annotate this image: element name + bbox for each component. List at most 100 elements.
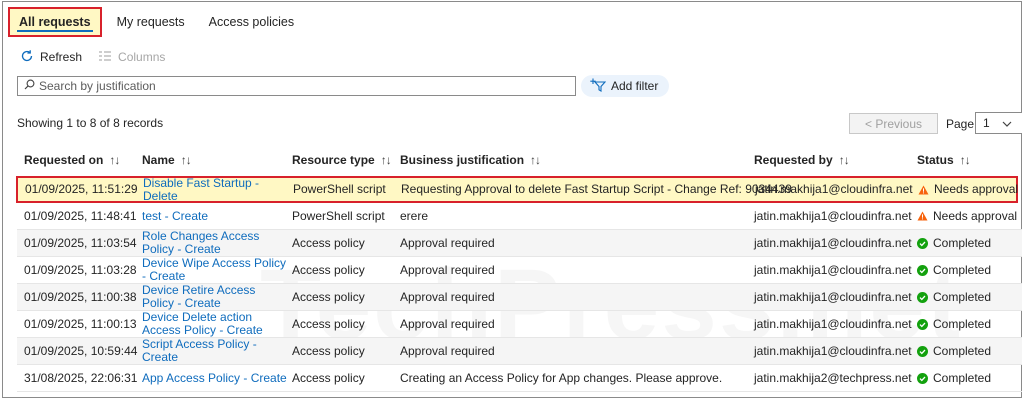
filter-add-icon <box>590 78 607 95</box>
status-cell: Completed <box>917 230 1021 256</box>
table-row[interactable]: 31/08/2025, 22:06:31 App Access Policy -… <box>17 365 1022 392</box>
resource-type-cell: Access policy <box>292 289 365 304</box>
requested-by-cell: jatin.makhija1@cloudinfra.net <box>754 343 912 358</box>
requested-on-cell: 01/09/2025, 11:00:38 <box>24 289 137 304</box>
columns-label: Columns <box>118 50 166 64</box>
add-filter-button[interactable]: Add filter <box>581 75 669 97</box>
table-row[interactable]: 01/09/2025, 11:03:54 Role Changes Access… <box>17 230 1022 257</box>
resource-type-cell: Access policy <box>292 316 365 331</box>
table-row[interactable]: 01/09/2025, 11:03:28 Device Wipe Access … <box>17 257 1022 284</box>
justification-cell: Approval required <box>400 316 495 331</box>
column-header-requested-on[interactable]: Requested on ↑↓ <box>24 153 120 167</box>
request-name-link[interactable]: App Access Policy - Create <box>142 365 290 391</box>
requested-on-cell: 01/09/2025, 10:59:44 <box>24 343 138 358</box>
sort-icon: ↑↓ <box>959 153 971 167</box>
tab-my-requests[interactable]: My requests <box>108 7 194 37</box>
requested-on-cell: 01/09/2025, 11:03:28 <box>24 262 137 277</box>
chevron-down-icon <box>1002 116 1012 130</box>
requested-by-cell: jatin.makhija1@cloudinfra.net <box>755 182 913 196</box>
status-label: Completed <box>933 289 992 304</box>
status-label: Needs approval <box>933 208 1018 223</box>
resource-type-cell: Access policy <box>292 343 365 358</box>
requested-by-cell: jatin.makhija2@techpress.net <box>754 370 912 385</box>
justification-cell: Creating an Access Policy for App change… <box>400 370 723 385</box>
tab-label: Access policies <box>208 15 295 29</box>
table-row[interactable]: 01/09/2025, 11:51:29 Disable Fast Startu… <box>16 176 1018 203</box>
column-header-resource-type[interactable]: Resource type ↑↓ <box>292 153 392 167</box>
request-name-link[interactable]: Device Retire Access Policy - Create <box>142 284 290 310</box>
requested-by-cell: jatin.makhija1@cloudinfra.net <box>754 316 912 331</box>
justification-cell: Approval required <box>400 343 495 358</box>
status-cell: Completed <box>917 284 1021 310</box>
table-row[interactable]: 01/09/2025, 11:48:41 test - Create Power… <box>17 203 1022 230</box>
tab-bar: All requests My requests Access policies <box>8 7 303 37</box>
requested-by-cell: jatin.makhija1@cloudinfra.net <box>754 289 912 304</box>
requested-on-cell: 01/09/2025, 11:03:54 <box>24 235 137 250</box>
warning-icon <box>917 211 928 221</box>
status-cell: Completed <box>917 338 1021 364</box>
status-cell: Completed <box>917 311 1021 337</box>
resource-type-cell: PowerShell script <box>292 208 385 223</box>
column-header-label: Requested on <box>24 153 104 167</box>
column-header-label: Status <box>917 153 954 167</box>
tab-access-policies[interactable]: Access policies <box>200 7 303 37</box>
column-header-business-justification[interactable]: Business justification ↑↓ <box>400 153 541 167</box>
table-row[interactable]: 01/09/2025, 11:00:13 Device Delete actio… <box>17 311 1022 338</box>
tab-all-requests[interactable]: All requests <box>8 7 102 37</box>
column-header-label: Requested by <box>754 153 833 167</box>
check-circle-icon <box>917 318 928 330</box>
sort-icon: ↑↓ <box>180 153 192 167</box>
tab-label: All requests <box>19 15 91 29</box>
toolbar: Refresh Columns <box>20 47 181 67</box>
table-row[interactable]: 01/09/2025, 10:59:44 Script Access Polic… <box>17 338 1022 365</box>
requested-by-cell: jatin.makhija1@cloudinfra.net <box>754 235 912 250</box>
columns-button[interactable]: Columns <box>98 50 165 65</box>
refresh-label: Refresh <box>40 50 83 64</box>
check-circle-icon <box>917 237 928 249</box>
requested-by-cell: jatin.makhija1@cloudinfra.net <box>754 208 912 223</box>
column-header-status[interactable]: Status ↑↓ <box>917 153 971 167</box>
table-row[interactable]: 01/09/2025, 11:00:38 Device Retire Acces… <box>17 284 1022 311</box>
requested-on-cell: 01/09/2025, 11:51:29 <box>25 182 138 196</box>
column-header-name[interactable]: Name ↑↓ <box>142 153 192 167</box>
column-header-label: Business justification <box>400 153 525 167</box>
request-name-link[interactable]: test - Create <box>142 203 290 229</box>
sort-icon: ↑↓ <box>109 153 120 167</box>
justification-cell: erere <box>400 208 429 223</box>
add-filter-label: Add filter <box>611 79 659 93</box>
justification-cell: Approval required <box>400 235 495 250</box>
status-cell: Needs approval <box>918 178 1022 201</box>
warning-icon <box>918 185 929 195</box>
resource-type-cell: Access policy <box>292 370 365 385</box>
request-name-link[interactable]: Device Wipe Access Policy - Create <box>142 257 290 283</box>
previous-page-button[interactable]: < Previous <box>849 113 938 134</box>
sort-icon: ↑↓ <box>380 153 392 167</box>
requested-on-cell: 01/09/2025, 11:48:41 <box>24 208 137 223</box>
column-header-requested-by[interactable]: Requested by ↑↓ <box>754 153 850 167</box>
status-cell: Completed <box>917 365 1021 391</box>
requested-by-cell: jatin.makhija1@cloudinfra.net <box>754 262 912 277</box>
request-name-link[interactable]: Device Delete action Access Policy - Cre… <box>142 311 290 337</box>
column-header-label: Name <box>142 153 175 167</box>
justification-cell: Approval required <box>400 289 495 304</box>
justification-cell: Approval required <box>400 262 495 277</box>
active-tab-underline <box>17 30 93 32</box>
status-label: Completed <box>933 370 992 385</box>
requested-on-cell: 01/09/2025, 11:00:13 <box>24 316 137 331</box>
refresh-button[interactable]: Refresh <box>20 49 82 66</box>
tab-label: My requests <box>116 15 185 29</box>
page-select-value: 1 <box>983 116 990 130</box>
request-name-link[interactable]: Script Access Policy - Create <box>142 338 290 364</box>
search-input[interactable] <box>39 79 559 93</box>
resource-type-cell: Access policy <box>292 262 365 277</box>
page-select[interactable]: 1 <box>975 112 1022 134</box>
request-name-link[interactable]: Disable Fast Startup - Delete <box>143 176 291 202</box>
request-name-link[interactable]: Role Changes Access Policy - Create <box>142 230 290 256</box>
table-header: Requested on ↑↓ Name ↑↓ Resource type ↑↓… <box>17 150 1022 170</box>
resource-type-cell: Access policy <box>292 235 365 250</box>
status-cell: Completed <box>917 257 1021 283</box>
records-count: Showing 1 to 8 of 8 records <box>17 116 164 130</box>
status-label: Completed <box>933 343 992 358</box>
check-circle-icon <box>917 372 928 384</box>
status-label: Completed <box>933 262 992 277</box>
